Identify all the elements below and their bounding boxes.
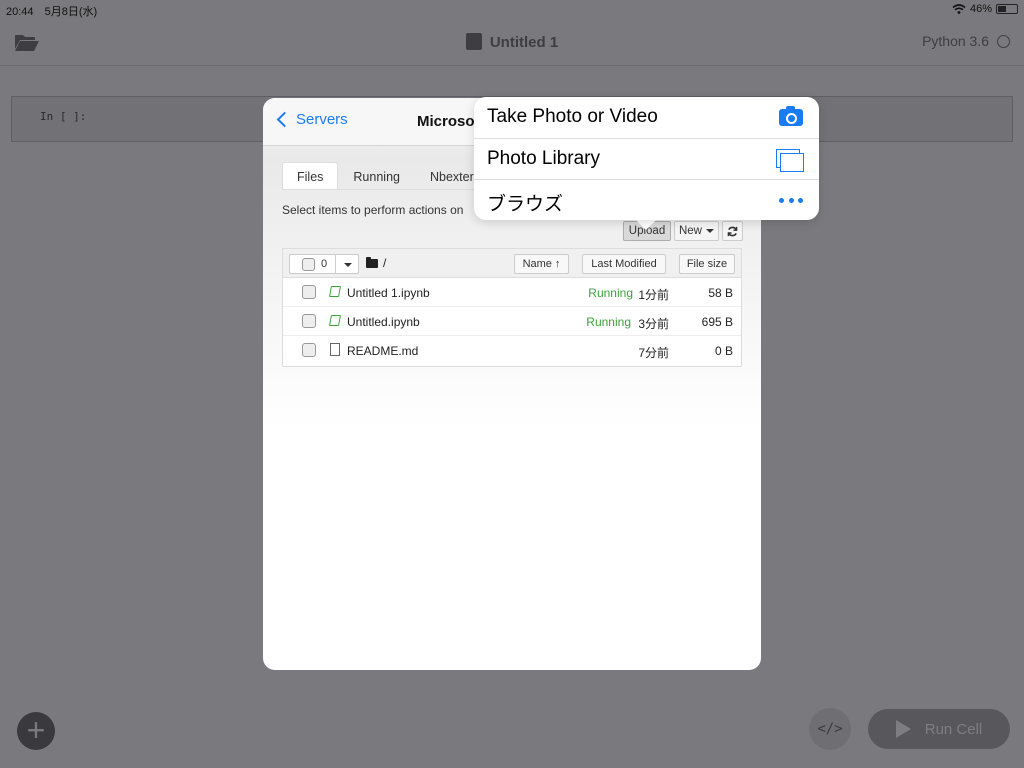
camera-icon [779, 106, 803, 126]
sort-by-size-button[interactable]: File size [679, 254, 735, 274]
photo-library-icon [776, 149, 804, 172]
file-size: 58 B [708, 286, 733, 300]
selected-count: 0 [321, 258, 328, 270]
last-modified: 7分前 [638, 346, 669, 360]
path-label: / [383, 256, 387, 270]
file-list: 0 / Name ↑ Last Modified File size Untit… [282, 248, 742, 367]
new-button-label: New [678, 225, 702, 237]
new-button[interactable]: New [674, 221, 719, 241]
browse-label: ブラウズ [487, 194, 564, 215]
run-cell-button[interactable]: Run Cell [868, 709, 1010, 749]
dropdown-divider [335, 255, 336, 273]
tab-files[interactable]: Files [282, 162, 339, 190]
photo-library-option[interactable]: Photo Library [474, 138, 819, 179]
select-all-checkbox[interactable] [302, 258, 315, 271]
current-path[interactable]: / [366, 256, 386, 270]
select-all-dropdown[interactable]: 0 [289, 254, 359, 274]
caret-down-icon [706, 229, 714, 233]
status-time: 20:44 [6, 6, 34, 18]
col-name-label: Name [522, 258, 552, 270]
running-status: Running [588, 286, 633, 300]
notebook-book-icon [465, 33, 482, 50]
file-row[interactable]: README.md 7分前 0 B [283, 336, 741, 365]
kernel-status-icon [997, 34, 1010, 48]
file-size: 0 B [714, 344, 733, 358]
wifi-icon [952, 4, 966, 14]
document-icon [330, 343, 340, 356]
back-label: Servers [296, 111, 348, 128]
last-modified: 1分前 [638, 288, 669, 302]
file-name[interactable]: Untitled 1.ipynb [347, 286, 430, 300]
more-icon [779, 198, 803, 204]
sort-by-modified-button[interactable]: Last Modified [582, 254, 666, 274]
running-status: Running [586, 315, 631, 329]
battery-percent: 46% [969, 3, 992, 15]
code-toggle-button[interactable]: </> [809, 708, 851, 750]
take-photo-label: Take Photo or Video [487, 106, 658, 127]
tab-bar: Files Running Nbexter [282, 162, 489, 190]
kernel-indicator[interactable]: Python 3.6 [922, 33, 1010, 49]
row-checkbox[interactable] [302, 343, 316, 357]
selection-hint: Select items to perform actions on [282, 203, 464, 217]
row-checkbox[interactable] [302, 285, 316, 299]
notebook-title[interactable]: Untitled 1 [0, 33, 1024, 51]
tab-running[interactable]: Running [338, 162, 415, 190]
run-cell-label: Run Cell [924, 720, 983, 738]
chevron-left-icon [276, 111, 293, 128]
sort-by-name-button[interactable]: Name ↑ [514, 254, 569, 274]
status-date: 5月8日(水) [44, 6, 98, 18]
servers-back-button[interactable]: Servers [275, 111, 348, 128]
arrow-up-icon: ↑ [554, 258, 561, 270]
add-cell-button[interactable]: + [17, 712, 55, 750]
take-photo-option[interactable]: Take Photo or Video [474, 97, 819, 138]
last-modified: 3分前 [638, 317, 669, 331]
folder-icon [366, 256, 378, 268]
browse-option[interactable]: ブラウズ [474, 179, 819, 220]
file-list-header: 0 / Name ↑ Last Modified File size [283, 249, 741, 278]
notebook-icon [329, 315, 341, 326]
notebook-title-text: Untitled 1 [489, 34, 559, 51]
refresh-icon [727, 226, 738, 236]
file-name[interactable]: Untitled.ipynb [347, 315, 420, 329]
file-size: 695 B [701, 315, 733, 329]
file-name[interactable]: README.md [347, 344, 418, 358]
file-row[interactable]: Untitled 1.ipynb Running 1分前 58 B [283, 278, 741, 307]
cell-prompt: In [ ]: [40, 110, 87, 123]
battery-icon [996, 4, 1018, 14]
notebook-icon [329, 286, 341, 297]
kernel-name: Python 3.6 [922, 33, 989, 49]
upload-source-popover: Take Photo or Video Photo Library ブラウズ [474, 97, 819, 220]
caret-down-icon [344, 263, 352, 267]
photo-library-label: Photo Library [487, 148, 601, 169]
refresh-button[interactable] [722, 221, 743, 241]
notebook-navbar: Untitled 1 Python 3.6 [0, 20, 1024, 66]
modal-title: Microso [417, 113, 475, 130]
file-row[interactable]: Untitled.ipynb Running 3分前 695 B [283, 307, 741, 336]
status-bar: 20:44 5月8日(水) 46% [0, 0, 1024, 20]
play-icon [895, 720, 911, 738]
row-checkbox[interactable] [302, 314, 316, 328]
